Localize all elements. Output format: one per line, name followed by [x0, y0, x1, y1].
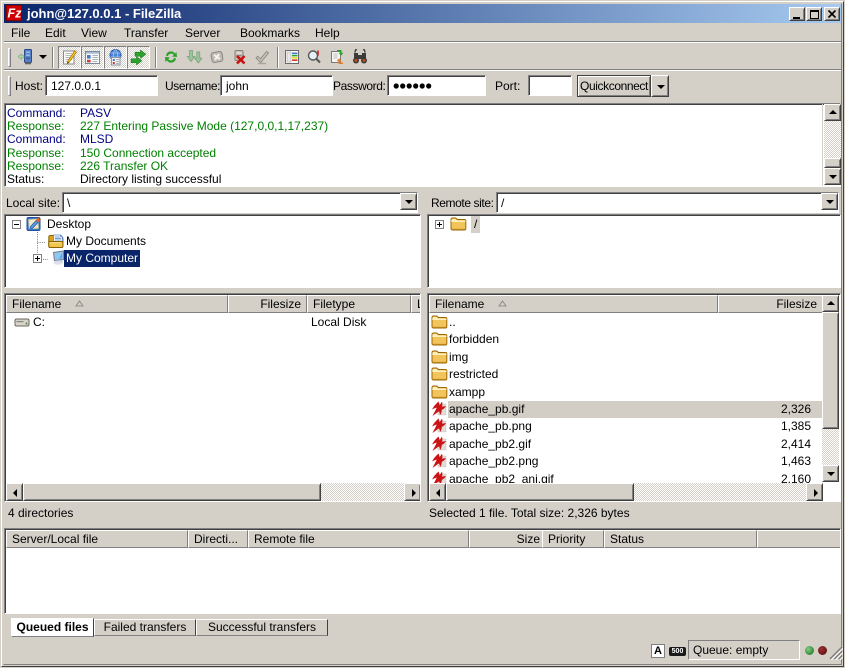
- svg-text:Fz: Fz: [8, 7, 22, 21]
